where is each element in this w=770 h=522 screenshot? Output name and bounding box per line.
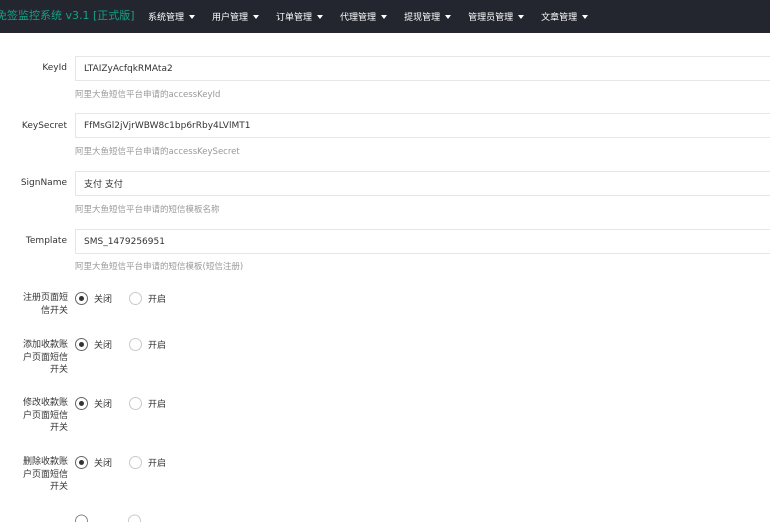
radio-label: 开启	[148, 341, 167, 351]
nav-label: 管理员管理	[468, 13, 514, 23]
template-label: Template	[25, 236, 67, 246]
label-line: 信开关	[40, 305, 68, 316]
label-line: 删除收款账	[22, 457, 68, 467]
delete-account-sms-on-radio[interactable]: 开启	[129, 456, 166, 469]
caret-down-icon	[445, 15, 452, 19]
label-line: 修改收款账	[22, 398, 68, 408]
radio-checked-icon	[75, 456, 88, 469]
label-line: 注册页面短	[22, 293, 68, 303]
keyid-help: 阿里大鱼短信平台申请的accessKeyId	[75, 90, 221, 100]
edit-account-sms-switch-label: 修改收款账 户页面短信 开关	[14, 397, 68, 435]
nav-user-management[interactable]: 用户管理	[212, 10, 260, 23]
caret-down-icon	[381, 15, 388, 19]
label-line: 开关	[49, 365, 68, 375]
nav-label: 提现管理	[404, 13, 441, 23]
delete-account-sms-off-radio[interactable]: 关闭	[75, 456, 112, 469]
radio-label: 开启	[148, 400, 167, 410]
keyid-input[interactable]	[75, 56, 770, 81]
label-line: 户页面短信	[22, 410, 68, 421]
radio-unchecked-icon	[129, 292, 143, 305]
nav-label: 用户管理	[212, 13, 249, 23]
label-line: 户页面短信	[22, 469, 68, 480]
caret-down-icon	[317, 15, 324, 19]
keysecret-input[interactable]	[75, 113, 770, 138]
radio-label: 开启	[148, 295, 167, 305]
register-sms-switch-label: 注册页面短 信开关	[14, 292, 68, 317]
nav-article-management[interactable]: 文章管理	[541, 10, 589, 23]
add-account-sms-switch: 关闭 开启	[75, 338, 183, 351]
delete-account-sms-switch: 关闭 开启	[75, 456, 183, 469]
nav-agent-management[interactable]: 代理管理	[340, 10, 388, 23]
nav-label: 订单管理	[276, 13, 313, 23]
signname-help: 阿里大鱼短信平台申请的短信模板名称	[75, 205, 220, 215]
signname-input[interactable]	[75, 171, 770, 196]
edit-account-sms-switch: 关闭 开启	[75, 397, 183, 410]
register-sms-on-radio[interactable]: 开启	[129, 292, 166, 305]
keysecret-help: 阿里大鱼短信平台申请的accessKeySecret	[75, 147, 240, 157]
radio-label: 关闭	[94, 459, 113, 469]
template-help: 阿里大鱼短信平台申请的短信模板(短信注册)	[75, 262, 244, 272]
radio-checked-icon	[75, 338, 88, 351]
nav-order-management[interactable]: 订单管理	[276, 10, 324, 23]
radio-label: 关闭	[94, 341, 113, 351]
register-sms-switch: 关闭 开启	[75, 292, 183, 305]
edit-account-sms-off-radio[interactable]: 关闭	[75, 397, 112, 410]
nav-label: 文章管理	[541, 13, 578, 23]
add-account-sms-on-radio[interactable]: 开启	[129, 338, 166, 351]
delete-account-sms-switch-label: 删除收款账 户页面短信 开关	[14, 456, 68, 494]
radio-unchecked-icon	[129, 397, 143, 410]
radio-unchecked-icon	[129, 456, 143, 469]
caret-down-icon	[253, 15, 260, 19]
nav-system-management[interactable]: 系统管理	[148, 10, 196, 23]
radio-checked-icon	[75, 292, 88, 305]
top-navbar: 免签监控系统 v3.1 [正式版] 系统管理 用户管理 订单管理 代理管理 提现…	[0, 0, 770, 33]
nav-withdraw-management[interactable]: 提现管理	[404, 10, 452, 23]
caret-down-icon	[582, 15, 589, 19]
radio-label: 关闭	[94, 400, 113, 410]
edit-account-sms-on-radio[interactable]: 开启	[129, 397, 166, 410]
nav-label: 系统管理	[148, 13, 185, 23]
next-row-radios-partial	[75, 514, 141, 522]
add-account-sms-switch-label: 添加收款账 户页面短信 开关	[14, 339, 68, 377]
radio-unchecked-icon	[129, 338, 143, 351]
label-line: 户页面短信	[22, 352, 68, 363]
register-sms-off-radio[interactable]: 关闭	[75, 292, 112, 305]
add-account-sms-off-radio[interactable]: 关闭	[75, 338, 112, 351]
main-nav: 系统管理 用户管理 订单管理 代理管理 提现管理 管理员管理 文章管理	[148, 0, 605, 33]
signname-label: SignName	[20, 178, 67, 188]
label-line: 开关	[49, 423, 68, 433]
keysecret-label: KeySecret	[21, 121, 67, 131]
nav-admin-management[interactable]: 管理员管理	[468, 10, 525, 23]
radio-checked-icon	[75, 397, 88, 410]
label-line: 添加收款账	[22, 340, 68, 350]
caret-down-icon	[518, 15, 525, 19]
nav-label: 代理管理	[340, 13, 377, 23]
radio-label: 开启	[148, 459, 167, 469]
app-title[interactable]: 免签监控系统 v3.1 [正式版]	[0, 0, 135, 33]
keyid-label: KeyId	[42, 63, 67, 73]
template-input[interactable]	[75, 229, 770, 254]
label-line: 开关	[49, 482, 68, 492]
caret-down-icon	[189, 15, 196, 19]
radio-label: 关闭	[94, 295, 113, 305]
